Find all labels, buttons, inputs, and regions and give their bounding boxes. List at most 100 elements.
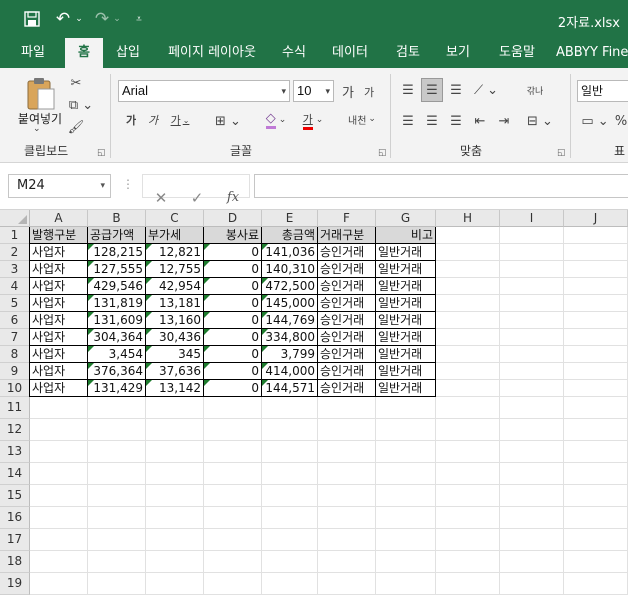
empty-cell[interactable] bbox=[262, 485, 318, 507]
empty-cell[interactable] bbox=[564, 419, 628, 441]
table-cell[interactable]: 304,364 bbox=[88, 329, 146, 346]
chevron-down-icon[interactable]: ⌄ bbox=[33, 124, 41, 134]
table-cell[interactable]: 429,546 bbox=[88, 278, 146, 295]
empty-cell[interactable] bbox=[146, 529, 204, 551]
table-cell[interactable]: 일반거래 bbox=[376, 295, 436, 312]
empty-cell[interactable] bbox=[262, 507, 318, 529]
table-cell[interactable]: 일반거래 bbox=[376, 346, 436, 363]
bottom-align-button[interactable]: ☰ bbox=[446, 80, 466, 100]
table-cell[interactable]: 37,636 bbox=[146, 363, 204, 380]
table-cell[interactable]: 일반거래 bbox=[376, 244, 436, 261]
empty-cell[interactable] bbox=[500, 244, 564, 261]
tab-insert[interactable]: 삽입 bbox=[108, 38, 148, 68]
decrease-indent-button[interactable]: ⇤ bbox=[470, 112, 490, 130]
empty-cell[interactable] bbox=[146, 419, 204, 441]
row-header-3[interactable]: 3 bbox=[0, 261, 30, 278]
table-cell[interactable]: 334,800 bbox=[262, 329, 318, 346]
fill-color-button[interactable]: ◇ ⌄ bbox=[258, 110, 294, 130]
empty-cell[interactable] bbox=[376, 419, 436, 441]
paste-button[interactable] bbox=[18, 74, 62, 114]
table-cell[interactable]: 144,769 bbox=[262, 312, 318, 329]
empty-cell[interactable] bbox=[88, 507, 146, 529]
table-cell[interactable]: 사업자 bbox=[30, 278, 88, 295]
table-cell[interactable]: 13,181 bbox=[146, 295, 204, 312]
header-cell[interactable]: 공급가액 bbox=[88, 227, 146, 244]
spreadsheet-grid[interactable]: A B C D E F G H I J 1 발행구분 공급가액 부가세 봉사료 총금액 거래구분 비고 2 사업자 12… bbox=[0, 210, 628, 601]
italic-button[interactable]: 가 bbox=[146, 112, 160, 128]
empty-cell[interactable] bbox=[204, 441, 262, 463]
empty-cell[interactable] bbox=[262, 397, 318, 419]
select-all-button[interactable] bbox=[0, 210, 30, 227]
table-cell[interactable]: 사업자 bbox=[30, 295, 88, 312]
font-name-select[interactable]: Arial ▾ bbox=[118, 80, 290, 102]
empty-cell[interactable] bbox=[376, 551, 436, 573]
empty-cell[interactable] bbox=[564, 295, 628, 312]
font-color-button[interactable]: 가 ⌄ bbox=[298, 110, 328, 130]
redo-button[interactable]: ↷ bbox=[92, 8, 112, 30]
align-right-button[interactable]: ☰ bbox=[446, 112, 466, 130]
undo-button[interactable]: ↶ bbox=[52, 8, 74, 30]
increase-indent-button[interactable]: ⇥ bbox=[494, 112, 514, 130]
redo-dropdown[interactable]: ⌄ bbox=[112, 8, 122, 30]
table-cell[interactable]: 일반거래 bbox=[376, 278, 436, 295]
empty-cell[interactable] bbox=[204, 485, 262, 507]
undo-dropdown[interactable]: ⌄ bbox=[74, 8, 84, 30]
empty-cell[interactable] bbox=[318, 573, 376, 595]
empty-cell[interactable] bbox=[376, 529, 436, 551]
table-cell[interactable]: 승인거래 bbox=[318, 261, 376, 278]
empty-cell[interactable] bbox=[436, 485, 500, 507]
empty-cell[interactable] bbox=[436, 261, 500, 278]
empty-cell[interactable] bbox=[146, 485, 204, 507]
empty-cell[interactable] bbox=[262, 419, 318, 441]
empty-cell[interactable] bbox=[318, 419, 376, 441]
empty-cell[interactable] bbox=[30, 441, 88, 463]
empty-cell[interactable] bbox=[500, 261, 564, 278]
empty-cell[interactable] bbox=[436, 419, 500, 441]
table-cell[interactable]: 승인거래 bbox=[318, 312, 376, 329]
empty-cell[interactable] bbox=[500, 485, 564, 507]
table-cell[interactable]: 145,000 bbox=[262, 295, 318, 312]
insert-function-button[interactable]: fx bbox=[223, 186, 243, 210]
table-cell[interactable]: 사업자 bbox=[30, 312, 88, 329]
row-header-5[interactable]: 5 bbox=[0, 295, 30, 312]
copy-button[interactable]: ⧉ ⌄ bbox=[66, 96, 96, 114]
row-header-10[interactable]: 10 bbox=[0, 380, 30, 397]
save-button[interactable] bbox=[20, 8, 44, 30]
empty-cell[interactable] bbox=[500, 551, 564, 573]
empty-cell[interactable] bbox=[146, 463, 204, 485]
empty-cell[interactable] bbox=[146, 573, 204, 595]
empty-cell[interactable] bbox=[146, 551, 204, 573]
tab-formulas[interactable]: 수식 bbox=[274, 38, 314, 68]
empty-cell[interactable] bbox=[376, 397, 436, 419]
drag-handle-icon[interactable]: ⋮ bbox=[122, 177, 134, 191]
empty-cell[interactable] bbox=[564, 529, 628, 551]
row-header-15[interactable]: 15 bbox=[0, 485, 30, 507]
table-cell[interactable]: 일반거래 bbox=[376, 261, 436, 278]
empty-cell[interactable] bbox=[564, 573, 628, 595]
empty-cell[interactable] bbox=[204, 397, 262, 419]
empty-cell[interactable] bbox=[204, 551, 262, 573]
empty-cell[interactable] bbox=[564, 397, 628, 419]
empty-cell[interactable] bbox=[376, 507, 436, 529]
table-cell[interactable]: 사업자 bbox=[30, 261, 88, 278]
table-cell[interactable]: 사업자 bbox=[30, 329, 88, 346]
row-header-7[interactable]: 7 bbox=[0, 329, 30, 346]
format-painter-button[interactable]: 🖌 bbox=[66, 118, 86, 136]
empty-cell[interactable] bbox=[30, 529, 88, 551]
formula-input[interactable] bbox=[254, 174, 628, 198]
row-header-6[interactable]: 6 bbox=[0, 312, 30, 329]
empty-cell[interactable] bbox=[30, 507, 88, 529]
table-cell[interactable]: 414,000 bbox=[262, 363, 318, 380]
empty-cell[interactable] bbox=[88, 463, 146, 485]
empty-cell[interactable] bbox=[564, 380, 628, 397]
column-header-e[interactable]: E bbox=[262, 210, 318, 227]
empty-cell[interactable] bbox=[262, 529, 318, 551]
table-cell[interactable]: 0 bbox=[204, 312, 262, 329]
table-cell[interactable]: 사업자 bbox=[30, 363, 88, 380]
empty-cell[interactable] bbox=[262, 551, 318, 573]
empty-cell[interactable] bbox=[564, 507, 628, 529]
empty-cell[interactable] bbox=[30, 485, 88, 507]
align-center-button[interactable]: ☰ bbox=[422, 112, 442, 130]
table-cell[interactable]: 승인거래 bbox=[318, 363, 376, 380]
tab-view[interactable]: 보기 bbox=[438, 38, 478, 68]
